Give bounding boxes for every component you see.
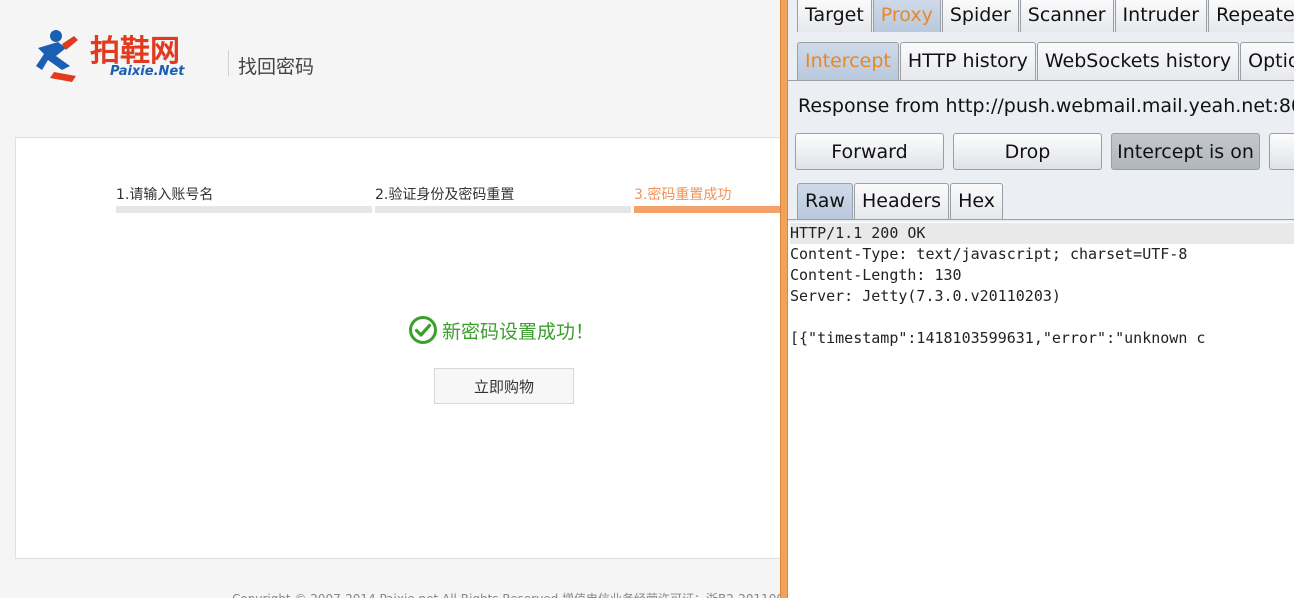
response-from-label: Response from http://push.webmail.mail.y… [798,95,1294,117]
burp-suite-pane: Target Proxy Spider Scanner Intruder Rep… [788,0,1294,598]
success-message: 新密码设置成功！ [408,314,594,346]
reset-panel: 1.请输入账号名 2.验证身份及密码重置 3.密码重置成功 新密码设置成功！ 立… [15,137,780,559]
step-1-bar [116,206,372,213]
tab-proxy[interactable]: Proxy [872,0,941,32]
logo-subtext: Paixie.Net [110,64,185,79]
footer-copyright: Copyright © 2007-2014 Paixie.net All Rig… [232,590,780,598]
raw-line: Content-Type: text/javascript; charset=U… [790,245,1188,263]
step-2-bar [375,206,631,213]
intercept-toggle-button[interactable]: Intercept is on [1111,133,1260,170]
tab-hex[interactable]: Hex [950,183,1003,219]
tab-target[interactable]: Target [797,0,872,32]
main-tab-bar: Target Proxy Spider Scanner Intruder Rep… [797,0,1294,32]
raw-message-editor[interactable]: HTTP/1.1 200 OK Content-Type: text/javas… [788,222,1294,598]
step-1-label: 1.请输入账号名 [116,187,214,203]
tab-raw[interactable]: Raw [797,183,853,219]
message-view-tab-bar: Raw Headers Hex [797,183,1004,219]
tab-spider[interactable]: Spider [941,0,1019,32]
website-pane: 拍鞋网 Paixie.Net 找回密码 1.请输入账号名 2.验证身份及密码重置… [0,0,780,598]
tab-websockets-history[interactable]: WebSockets history [1036,42,1240,80]
check-circle-icon [409,316,437,344]
raw-line: Content-Length: 130 [790,266,962,284]
page-title: 找回密码 [238,56,315,78]
step-2-label: 2.验证身份及密码重置 [375,187,515,203]
tab-options[interactable]: Options [1240,42,1294,80]
forward-button[interactable]: Forward [795,133,944,170]
raw-line: HTTP/1.1 200 OK [790,223,1294,244]
drop-button[interactable]: Drop [953,133,1102,170]
tab-scanner[interactable]: Scanner [1019,0,1114,32]
shop-now-button[interactable]: 立即购物 [434,368,574,404]
raw-line: Server: Jetty(7.3.0.v20110203) [790,287,1061,305]
action-button[interactable] [1269,133,1294,170]
proxy-sub-tab-bar: Intercept HTTP history WebSockets histor… [797,42,1294,80]
step-3-bar [634,206,780,213]
tab-intruder[interactable]: Intruder [1114,0,1208,32]
tab-http-history[interactable]: HTTP history [899,42,1036,80]
raw-line: [{"timestamp":1418103599631,"error":"unk… [790,329,1206,347]
step-3-label: 3.密码重置成功 [634,187,732,203]
tab-intercept[interactable]: Intercept [797,42,899,80]
logo-separator [228,50,229,76]
view-tab-underline [788,219,1294,220]
pane-divider[interactable] [780,0,788,598]
success-text: 新密码设置成功！ [442,320,595,343]
paixie-logo[interactable]: 拍鞋网 Paixie.Net [36,26,208,86]
tab-headers[interactable]: Headers [853,183,950,219]
tab-repeater[interactable]: Repeater [1208,0,1294,32]
